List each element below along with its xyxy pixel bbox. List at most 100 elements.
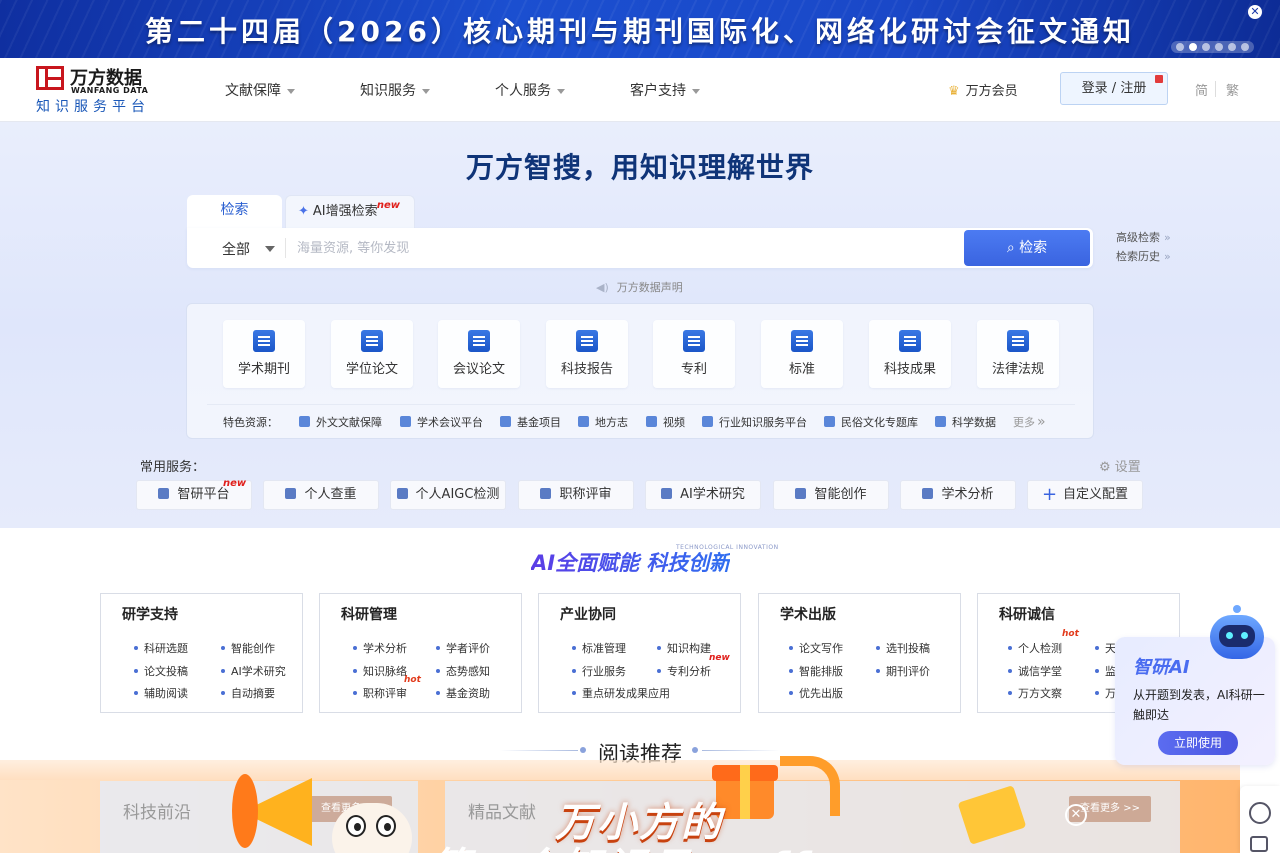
service-aigc-detection[interactable]: 个人AIGC检测 bbox=[390, 480, 506, 510]
top-banner[interactable]: 第二十四届（2026）核心期刊与期刊国际化、网络化研讨会征文通知 ✕ bbox=[0, 0, 1280, 58]
service-ai-research[interactable]: AI学术研究 bbox=[645, 480, 761, 510]
card-link[interactable]: 自动摘要 bbox=[221, 685, 275, 701]
login-register-button[interactable]: 登录 / 注册 bbox=[1060, 72, 1168, 105]
card-study-support: 研学支持 科研选题 智能创作 论文投稿 AI学术研究 辅助阅读 自动摘要 bbox=[100, 593, 303, 713]
card-link[interactable]: 优先出版 bbox=[789, 685, 843, 701]
card-link[interactable]: 监 bbox=[1095, 663, 1116, 679]
card-link[interactable]: 行业服务 bbox=[572, 663, 626, 679]
nav-label: 个人服务 bbox=[495, 83, 551, 99]
resource-label: 学位论文 bbox=[345, 362, 398, 377]
card-link[interactable]: 选刊投稿 bbox=[876, 640, 930, 656]
card-link[interactable]: 万 bbox=[1095, 685, 1116, 701]
chevron-down-icon[interactable] bbox=[265, 246, 275, 252]
card-link[interactable]: 标准管理 bbox=[572, 640, 626, 656]
card-link[interactable]: 职称评审 bbox=[353, 685, 407, 701]
card-link[interactable]: 辅助阅读 bbox=[134, 685, 188, 701]
featured-fund-project[interactable]: 基金项目 bbox=[500, 414, 561, 430]
nav-personal-service[interactable]: 个人服务 bbox=[495, 80, 565, 100]
statement-link[interactable]: ◀) 万方数据声明 bbox=[596, 279, 683, 295]
nav-literature[interactable]: 文献保障 bbox=[225, 80, 295, 100]
search-button[interactable]: ⌕ 检索 bbox=[964, 230, 1090, 266]
ai-float-use-button[interactable]: 立即使用 bbox=[1158, 731, 1238, 755]
resource-achievement[interactable]: 科技成果 bbox=[869, 320, 951, 388]
banner-dot[interactable] bbox=[1215, 43, 1223, 51]
promo-close-icon[interactable]: ✕ bbox=[1065, 804, 1087, 826]
card-link[interactable]: 知识脉络 bbox=[353, 663, 407, 679]
banner-dot[interactable] bbox=[1241, 43, 1249, 51]
card-link[interactable]: 学术分析 bbox=[353, 640, 407, 656]
vip-link[interactable]: ♛ 万方会员 bbox=[948, 80, 1018, 99]
service-title-review[interactable]: 职称评审 bbox=[518, 480, 634, 510]
card-link[interactable]: 学者评价 bbox=[436, 640, 490, 656]
resource-patent[interactable]: 专利 bbox=[653, 320, 735, 388]
robot-icon[interactable] bbox=[1205, 605, 1271, 675]
advanced-search-link[interactable]: 高级检索 » bbox=[1116, 229, 1171, 245]
banner-title[interactable]: 第二十四届（2026）核心期刊与期刊国际化、网络化研讨会征文通知 bbox=[0, 10, 1280, 50]
card-link[interactable]: 基金资助 bbox=[436, 685, 490, 701]
featured-video[interactable]: 视频 bbox=[646, 414, 685, 430]
service-plagiarism-check[interactable]: 个人查重 bbox=[263, 480, 379, 510]
resource-law[interactable]: 法律法规 bbox=[977, 320, 1059, 388]
service-icon bbox=[922, 488, 934, 499]
card-link[interactable]: 智能创作 bbox=[221, 640, 275, 656]
card-link[interactable]: 态势感知 bbox=[436, 663, 490, 679]
card-link[interactable]: 智能排版 bbox=[789, 663, 843, 679]
featured-more-link[interactable]: 更多» bbox=[1013, 414, 1046, 430]
wanfang-logo[interactable]: 万方数据 WANFANG DATA 知识服务平台 bbox=[36, 64, 166, 116]
card-link[interactable]: 万方文察 bbox=[1008, 685, 1062, 701]
nav-knowledge-service[interactable]: 知识服务 bbox=[360, 80, 430, 100]
resource-conference[interactable]: 会议论文 bbox=[438, 320, 520, 388]
fund-icon bbox=[500, 416, 511, 427]
service-label: 智能创作 bbox=[814, 487, 867, 502]
card-link[interactable]: 期刊评价 bbox=[876, 663, 930, 679]
statement-label: 万方数据声明 bbox=[616, 281, 683, 294]
card-link[interactable]: 天 bbox=[1095, 640, 1116, 656]
resource-label: 专利 bbox=[680, 362, 707, 377]
lang-simplified[interactable]: 简 bbox=[1195, 80, 1208, 99]
card-link[interactable]: AI学术研究 bbox=[221, 663, 286, 679]
resource-journal[interactable]: 学术期刊 bbox=[223, 320, 305, 388]
card-link[interactable]: 知识构建 bbox=[657, 640, 711, 656]
card-link[interactable]: 诚信学堂 bbox=[1008, 663, 1062, 679]
edit-icon[interactable] bbox=[1250, 836, 1268, 852]
search-scope-select[interactable]: 全部 bbox=[222, 239, 250, 259]
heading-line bbox=[702, 750, 780, 751]
search-history-link[interactable]: 检索历史 » bbox=[1116, 248, 1171, 264]
tab-search[interactable]: 检索 bbox=[187, 195, 282, 228]
featured-foreign-literature[interactable]: 外文文献保障 bbox=[299, 414, 382, 430]
double-chevron-right-icon: » bbox=[1164, 250, 1171, 263]
resource-thesis[interactable]: 学位论文 bbox=[331, 320, 413, 388]
card-link[interactable]: 重点研发成果应用 bbox=[572, 685, 670, 701]
banner-dot-active[interactable] bbox=[1189, 43, 1197, 51]
card-link[interactable]: 科研选题 bbox=[134, 640, 188, 656]
banner-pagination[interactable] bbox=[1171, 41, 1254, 53]
featured-folk-culture[interactable]: 民俗文化专题库 bbox=[824, 414, 918, 430]
headset-icon[interactable] bbox=[1249, 802, 1271, 824]
card-link[interactable]: 专利分析 bbox=[657, 663, 711, 679]
service-custom-config[interactable]: + 自定义配置 bbox=[1027, 480, 1143, 510]
services-settings-link[interactable]: ⚙ 设置 bbox=[1099, 456, 1141, 475]
promo-subtitle: 第一个知识日 ...ff bbox=[430, 835, 812, 853]
service-smart-writing[interactable]: 智能创作 bbox=[773, 480, 889, 510]
banner-dot[interactable] bbox=[1176, 43, 1184, 51]
featured-science-data[interactable]: 科学数据 bbox=[935, 414, 996, 430]
tab-ai-search[interactable]: ✦ AI增强检索 new bbox=[285, 195, 415, 228]
search-input[interactable] bbox=[297, 234, 947, 262]
nav-customer-support[interactable]: 客户支持 bbox=[630, 80, 700, 100]
featured-local-chronicles[interactable]: 地方志 bbox=[578, 414, 628, 430]
resource-panel: 学术期刊 学位论文 会议论文 科技报告 专利 标准 科技成果 法律法规 特色资源… bbox=[186, 303, 1094, 439]
gear-icon: ⚙ bbox=[1099, 460, 1115, 475]
resource-tech-report[interactable]: 科技报告 bbox=[546, 320, 628, 388]
resource-standard[interactable]: 标准 bbox=[761, 320, 843, 388]
featured-industry-platform[interactable]: 行业知识服务平台 bbox=[702, 414, 807, 430]
card-link[interactable]: 个人检测 bbox=[1008, 640, 1062, 656]
card-link[interactable]: 论文投稿 bbox=[134, 663, 188, 679]
service-academic-analysis[interactable]: 学术分析 bbox=[900, 480, 1016, 510]
lang-traditional[interactable]: 繁 bbox=[1226, 80, 1239, 99]
featured-conference-platform[interactable]: 学术会议平台 bbox=[400, 414, 483, 430]
banner-dot[interactable] bbox=[1228, 43, 1236, 51]
banner-dot[interactable] bbox=[1202, 43, 1210, 51]
service-zhiyan-platform[interactable]: 智研平台 new bbox=[136, 478, 252, 510]
banner-close-icon[interactable]: ✕ bbox=[1248, 5, 1262, 19]
card-link[interactable]: 论文写作 bbox=[789, 640, 843, 656]
